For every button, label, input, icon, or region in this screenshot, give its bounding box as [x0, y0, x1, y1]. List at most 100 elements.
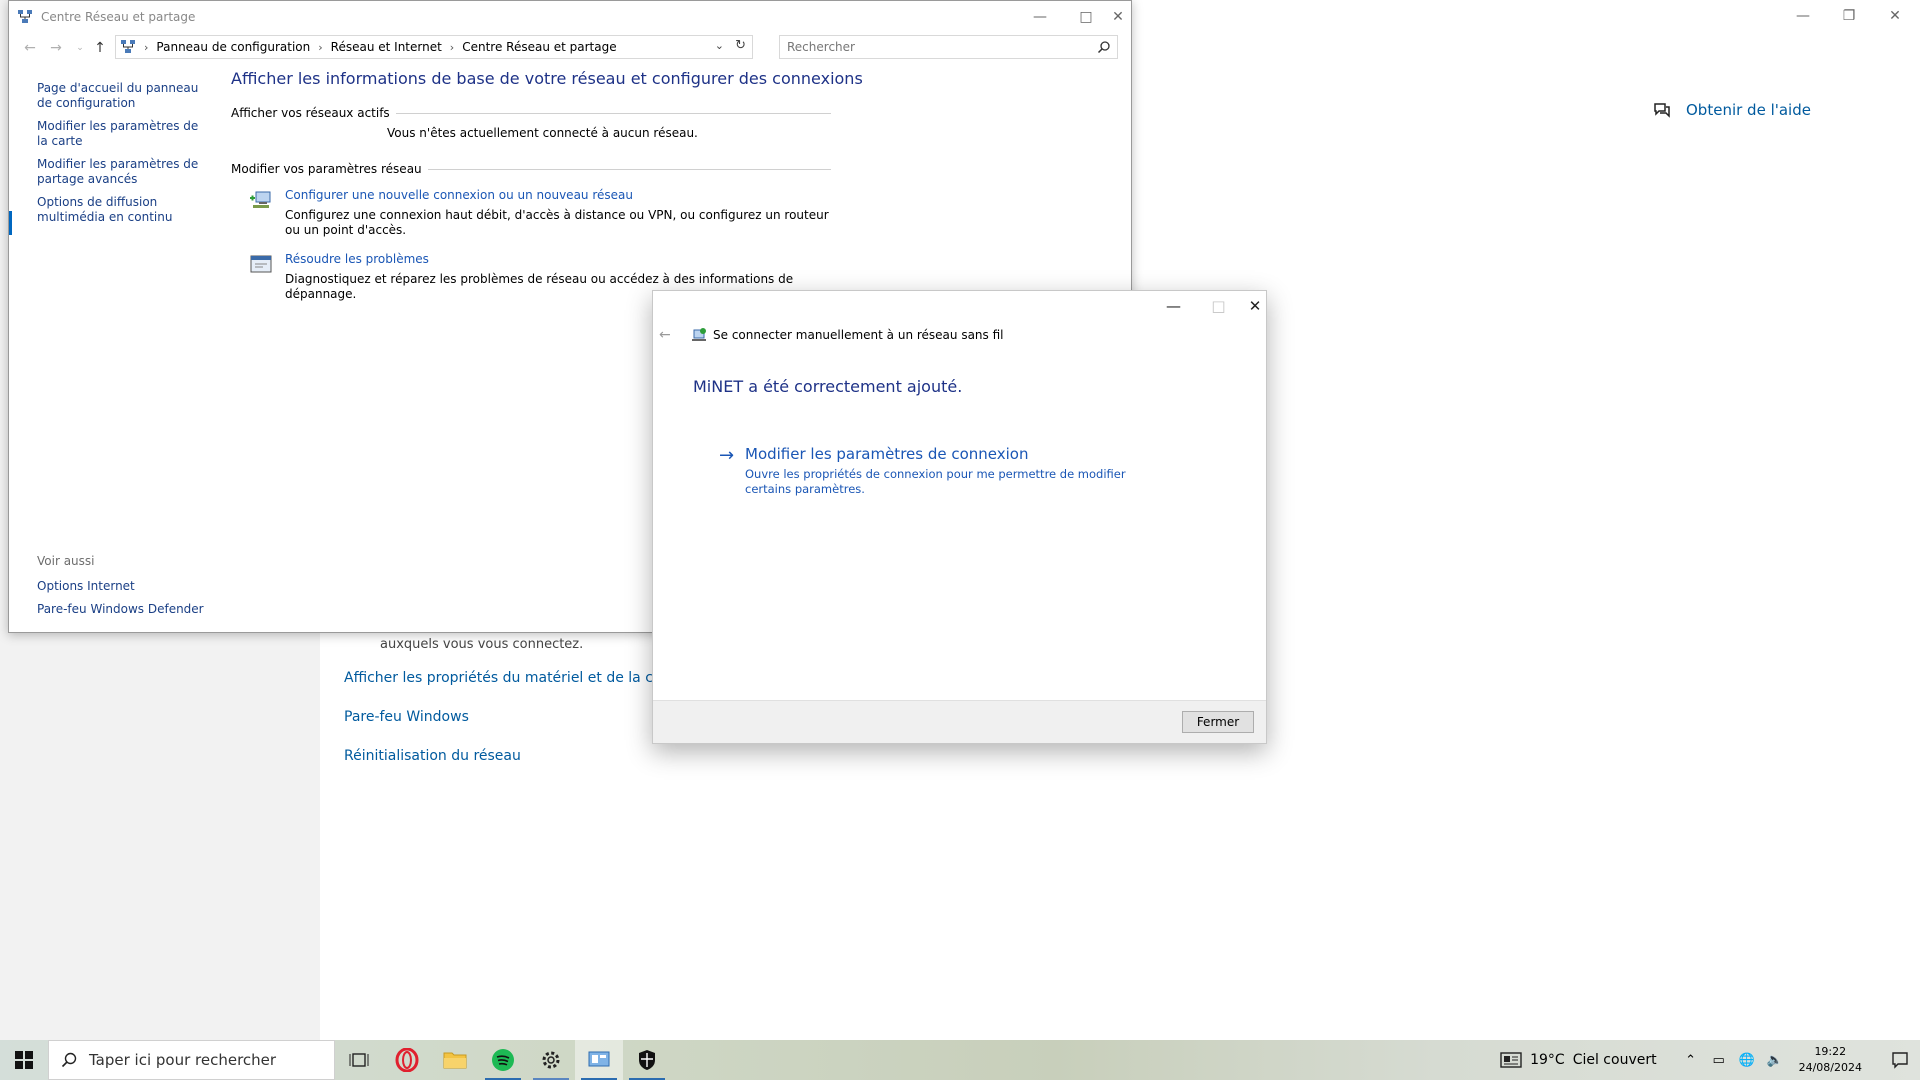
- adapter-settings-link[interactable]: Modifier les paramètres de la carte: [37, 119, 207, 149]
- globe-icon[interactable]: 🌐: [1736, 1053, 1758, 1068]
- dialog-minimize-button[interactable]: —: [1151, 291, 1196, 321]
- volume-icon[interactable]: 🔈: [1764, 1053, 1786, 1068]
- breadcrumb-network-center[interactable]: Centre Réseau et partage: [462, 40, 616, 54]
- taskbar-search-box[interactable]: Taper ici pour rechercher: [48, 1040, 335, 1080]
- chevron-up-icon[interactable]: ⌃: [1680, 1053, 1702, 1068]
- system-tray: 19°C Ciel couvert ⌃ ▭ 🌐 🔈 19:22 24/08/20…: [1500, 1040, 1920, 1080]
- advanced-sharing-link[interactable]: Modifier les paramètres de partage avanc…: [37, 157, 207, 187]
- clock[interactable]: 19:22 24/08/2024: [1799, 1044, 1862, 1076]
- file-explorer-button[interactable]: [431, 1040, 479, 1080]
- network-center-icon: [18, 9, 32, 23]
- see-also-heading: Voir aussi: [37, 554, 95, 568]
- page-title: Afficher les informations de base de vot…: [231, 69, 863, 88]
- back-arrow-icon[interactable]: ←: [659, 327, 681, 343]
- active-networks-heading: Afficher vos réseaux actifs: [231, 106, 390, 120]
- dialog-close-x-button[interactable]: ✕: [1241, 291, 1269, 321]
- troubleshoot-link[interactable]: Résoudre les problèmes: [285, 252, 831, 266]
- file-explorer-icon: [443, 1052, 467, 1069]
- help-chat-icon: [1654, 103, 1670, 118]
- breadcrumb-network-internet[interactable]: Réseau et Internet: [331, 40, 442, 54]
- dialog-maximize-button: □: [1211, 297, 1226, 315]
- security-button[interactable]: [623, 1040, 671, 1080]
- back-arrow-icon[interactable]: ←: [19, 38, 41, 58]
- notification-icon: [1892, 1052, 1908, 1069]
- address-bar[interactable]: › Panneau de configuration › Réseau et I…: [115, 35, 753, 59]
- opera-icon: [395, 1048, 419, 1072]
- settings-close-button[interactable]: ✕: [1872, 0, 1918, 32]
- network-center-icon: [121, 40, 135, 53]
- dialog-title: Se connecter manuellement à un réseau sa…: [713, 328, 1004, 342]
- settings-button[interactable]: [527, 1040, 575, 1080]
- settings-minimize-button[interactable]: —: [1780, 0, 1826, 32]
- modify-connection-title[interactable]: Modifier les paramètres de connexion: [745, 445, 1159, 463]
- search-icon: [61, 1052, 77, 1068]
- no-network-text: Vous n'êtes actuellement connecté à aucu…: [387, 126, 698, 140]
- settings-icon: [542, 1051, 560, 1069]
- search-icon[interactable]: [1097, 40, 1111, 54]
- cp-home-link[interactable]: Page d'accueil du panneau de configurati…: [37, 81, 207, 111]
- weather-widget[interactable]: 19°C Ciel couvert: [1500, 1051, 1657, 1069]
- spotify-icon: [492, 1049, 514, 1071]
- address-bar-row: ← → ⌄ ↑ › Panneau de configuration › Rés…: [9, 34, 1131, 62]
- windows-logo-icon: [15, 1051, 33, 1069]
- help-label: Obtenir de l'aide: [1686, 101, 1811, 119]
- weather-temp: 19°C: [1530, 1052, 1565, 1068]
- cp-search-input[interactable]: Rechercher: [779, 35, 1118, 59]
- dialog-footer: Fermer: [653, 700, 1266, 743]
- cp-title: Centre Réseau et partage: [41, 9, 196, 24]
- cp-search-placeholder: Rechercher: [787, 40, 855, 54]
- control-panel-button[interactable]: [575, 1040, 623, 1080]
- settings-restore-button[interactable]: ❐: [1826, 0, 1872, 32]
- taskbar: Taper ici pour rechercher 19°C Ciel couv…: [0, 1040, 1920, 1080]
- chevron-right-icon: ›: [318, 40, 323, 54]
- modify-settings-heading: Modifier vos paramètres réseau: [231, 162, 422, 176]
- spotify-button[interactable]: [479, 1040, 527, 1080]
- arrow-right-icon: →: [719, 445, 735, 466]
- cp-title-bar: Centre Réseau et partage: [9, 1, 1131, 32]
- refresh-icon[interactable]: ↻: [735, 38, 746, 53]
- news-weather-icon: [1500, 1052, 1522, 1068]
- left-selection-indicator: [9, 211, 12, 235]
- active-networks-section: Afficher vos réseaux actifs: [231, 106, 831, 120]
- weather-desc: Ciel couvert: [1572, 1052, 1657, 1068]
- windows-firewall-link[interactable]: Pare-feu Windows: [344, 709, 469, 725]
- chevron-down-icon[interactable]: ⌄: [715, 39, 724, 52]
- recent-chevron-icon[interactable]: ⌄: [69, 38, 91, 58]
- notification-button[interactable]: [1880, 1051, 1920, 1069]
- modify-settings-section: Modifier vos paramètres réseau: [231, 162, 831, 176]
- new-connection-desc: Configurez une connexion haut débit, d'a…: [285, 208, 829, 237]
- task-view-button[interactable]: [335, 1040, 383, 1080]
- up-arrow-icon[interactable]: ↑: [89, 38, 111, 58]
- cp-main-content: Afficher les informations de base de vot…: [231, 69, 863, 302]
- help-link[interactable]: Obtenir de l'aide: [1652, 100, 1811, 120]
- clock-date: 24/08/2024: [1798, 1061, 1862, 1074]
- forward-arrow-icon[interactable]: →: [45, 38, 67, 58]
- chevron-right-icon: ›: [144, 40, 149, 54]
- internet-options-link[interactable]: Options Internet: [37, 579, 204, 593]
- media-streaming-link[interactable]: Options de diffusion multimédia en conti…: [37, 195, 207, 225]
- clock-time: 19:22: [1814, 1045, 1847, 1058]
- modify-connection-action[interactable]: → Modifier les paramètres de connexion O…: [719, 445, 1159, 497]
- new-connection-link[interactable]: Configurer une nouvelle connexion ou un …: [285, 188, 831, 202]
- defender-firewall-link[interactable]: Pare-feu Windows Defender: [37, 602, 204, 616]
- success-message: MiNET a été correctement ajouté.: [693, 377, 963, 396]
- troubleshoot-icon: [250, 255, 272, 273]
- start-button[interactable]: [0, 1040, 48, 1080]
- divider: [395, 112, 831, 114]
- wireless-network-icon: [692, 328, 706, 341]
- close-button[interactable]: Fermer: [1182, 711, 1254, 733]
- network-reset-link[interactable]: Réinitialisation du réseau: [344, 748, 521, 764]
- modify-connection-desc: Ouvre les propriétés de connexion pour m…: [745, 467, 1126, 496]
- task-new-connection: Configurer une nouvelle connexion ou un …: [231, 188, 831, 238]
- wireless-connect-dialog: — □ ✕ ← Se connecter manuellement à un r…: [652, 290, 1267, 744]
- chevron-right-icon: ›: [449, 40, 455, 54]
- breadcrumb-control-panel[interactable]: Panneau de configuration: [156, 40, 310, 54]
- network-adapter-icon[interactable]: ▭: [1708, 1053, 1730, 1068]
- dialog-header: ← Se connecter manuellement à un réseau …: [659, 327, 1004, 343]
- cp-minimize-button[interactable]: —: [1017, 1, 1063, 33]
- cp-close-button[interactable]: ✕: [1095, 1, 1141, 33]
- control-panel-icon: [588, 1051, 610, 1067]
- opera-button[interactable]: [383, 1040, 431, 1080]
- task-view-icon: [349, 1053, 369, 1067]
- cp-left-nav: Page d'accueil du panneau de configurati…: [37, 81, 207, 233]
